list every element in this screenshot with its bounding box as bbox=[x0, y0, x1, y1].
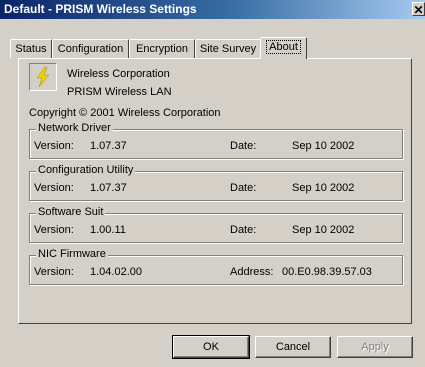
nic-firmware-group: NIC Firmware Version: 1.04.02.00 Address… bbox=[29, 248, 403, 285]
tab-about[interactable]: About bbox=[260, 37, 307, 59]
copyright-text: Copyright © 2001 Wireless Corporation bbox=[29, 107, 221, 119]
version-value: 1.00.11 bbox=[90, 224, 126, 236]
address-value: 00.E0.98.39.57.03 bbox=[282, 266, 372, 278]
group-title: Configuration Utility bbox=[36, 164, 136, 176]
date-value: Sep 10 2002 bbox=[292, 182, 355, 194]
cancel-button[interactable]: Cancel bbox=[255, 336, 331, 358]
tab-configuration[interactable]: Configuration bbox=[52, 39, 129, 58]
about-panel: Wireless Corporation PRISM Wireless LAN … bbox=[18, 58, 412, 324]
version-value: 1.04.02.00 bbox=[90, 266, 142, 278]
network-driver-group: Network Driver Version: 1.07.37 Date: Se… bbox=[29, 122, 403, 159]
date-value: Sep 10 2002 bbox=[292, 140, 355, 152]
date-value: Sep 10 2002 bbox=[292, 224, 355, 236]
tab-encryption[interactable]: Encryption bbox=[129, 39, 195, 58]
title-bar[interactable]: Default - PRISM Wireless Settings ✕ bbox=[0, 0, 425, 19]
group-title: NIC Firmware bbox=[36, 248, 108, 260]
lightning-logo-icon bbox=[29, 63, 57, 91]
close-button[interactable]: ✕ bbox=[412, 2, 425, 17]
company-name: Wireless Corporation bbox=[67, 68, 170, 80]
version-value: 1.07.37 bbox=[90, 140, 127, 152]
version-value: 1.07.37 bbox=[90, 182, 127, 194]
group-title: Software Suit bbox=[36, 206, 106, 218]
version-label: Version: bbox=[34, 182, 74, 194]
date-label: Date: bbox=[230, 182, 257, 194]
version-label: Version: bbox=[34, 266, 74, 278]
software-suit-group: Software Suit Version: 1.00.11 Date: Sep… bbox=[29, 206, 403, 243]
tab-site-survey[interactable]: Site Survey bbox=[195, 39, 261, 58]
address-label: Address: bbox=[230, 266, 274, 278]
date-label: Date: bbox=[230, 140, 257, 152]
window-title: Default - PRISM Wireless Settings bbox=[4, 2, 197, 16]
configuration-utility-group: Configuration Utility Version: 1.07.37 D… bbox=[29, 164, 403, 201]
version-label: Version: bbox=[34, 224, 74, 236]
ok-button[interactable]: OK bbox=[172, 335, 250, 359]
tab-status[interactable]: Status bbox=[10, 39, 52, 58]
date-label: Date: bbox=[230, 224, 257, 236]
product-name: PRISM Wireless LAN bbox=[67, 86, 172, 98]
group-title: Network Driver bbox=[36, 122, 113, 134]
close-icon: ✕ bbox=[413, 3, 424, 17]
version-label: Version: bbox=[34, 140, 74, 152]
apply-button: Apply bbox=[337, 336, 413, 358]
